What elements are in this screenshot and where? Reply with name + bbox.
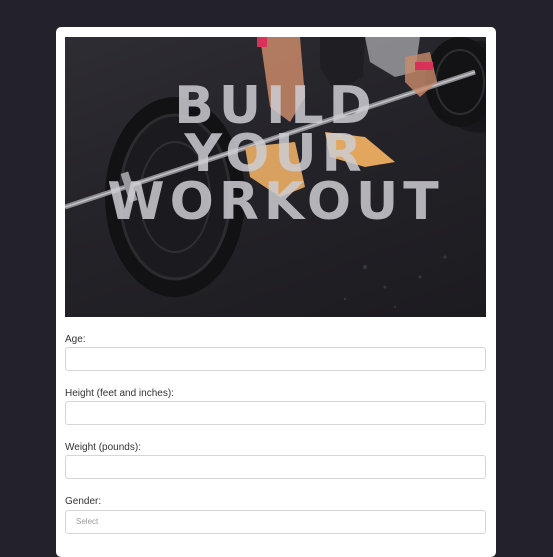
age-input[interactable] [65,347,486,371]
hero-title-line: BUILD [174,76,377,136]
gender-select[interactable]: Select [65,510,486,534]
age-label: Age: [65,334,86,345]
gender-select-placeholder: Select [76,517,99,526]
weight-input[interactable] [65,455,486,479]
form-card: BUILD YOUR WORKOUT Age: Height (feet and… [56,27,496,557]
weight-label: Weight (pounds): [65,442,141,453]
height-label: Height (feet and inches): [65,388,174,399]
height-input[interactable] [65,401,486,425]
hero-title: BUILD YOUR WORKOUT [65,76,486,232]
hero-title-line: WORKOUT [107,172,444,232]
hero-image: BUILD YOUR WORKOUT [65,37,486,317]
gender-label: Gender: [65,496,102,507]
hero-title-line: YOUR [184,124,367,184]
